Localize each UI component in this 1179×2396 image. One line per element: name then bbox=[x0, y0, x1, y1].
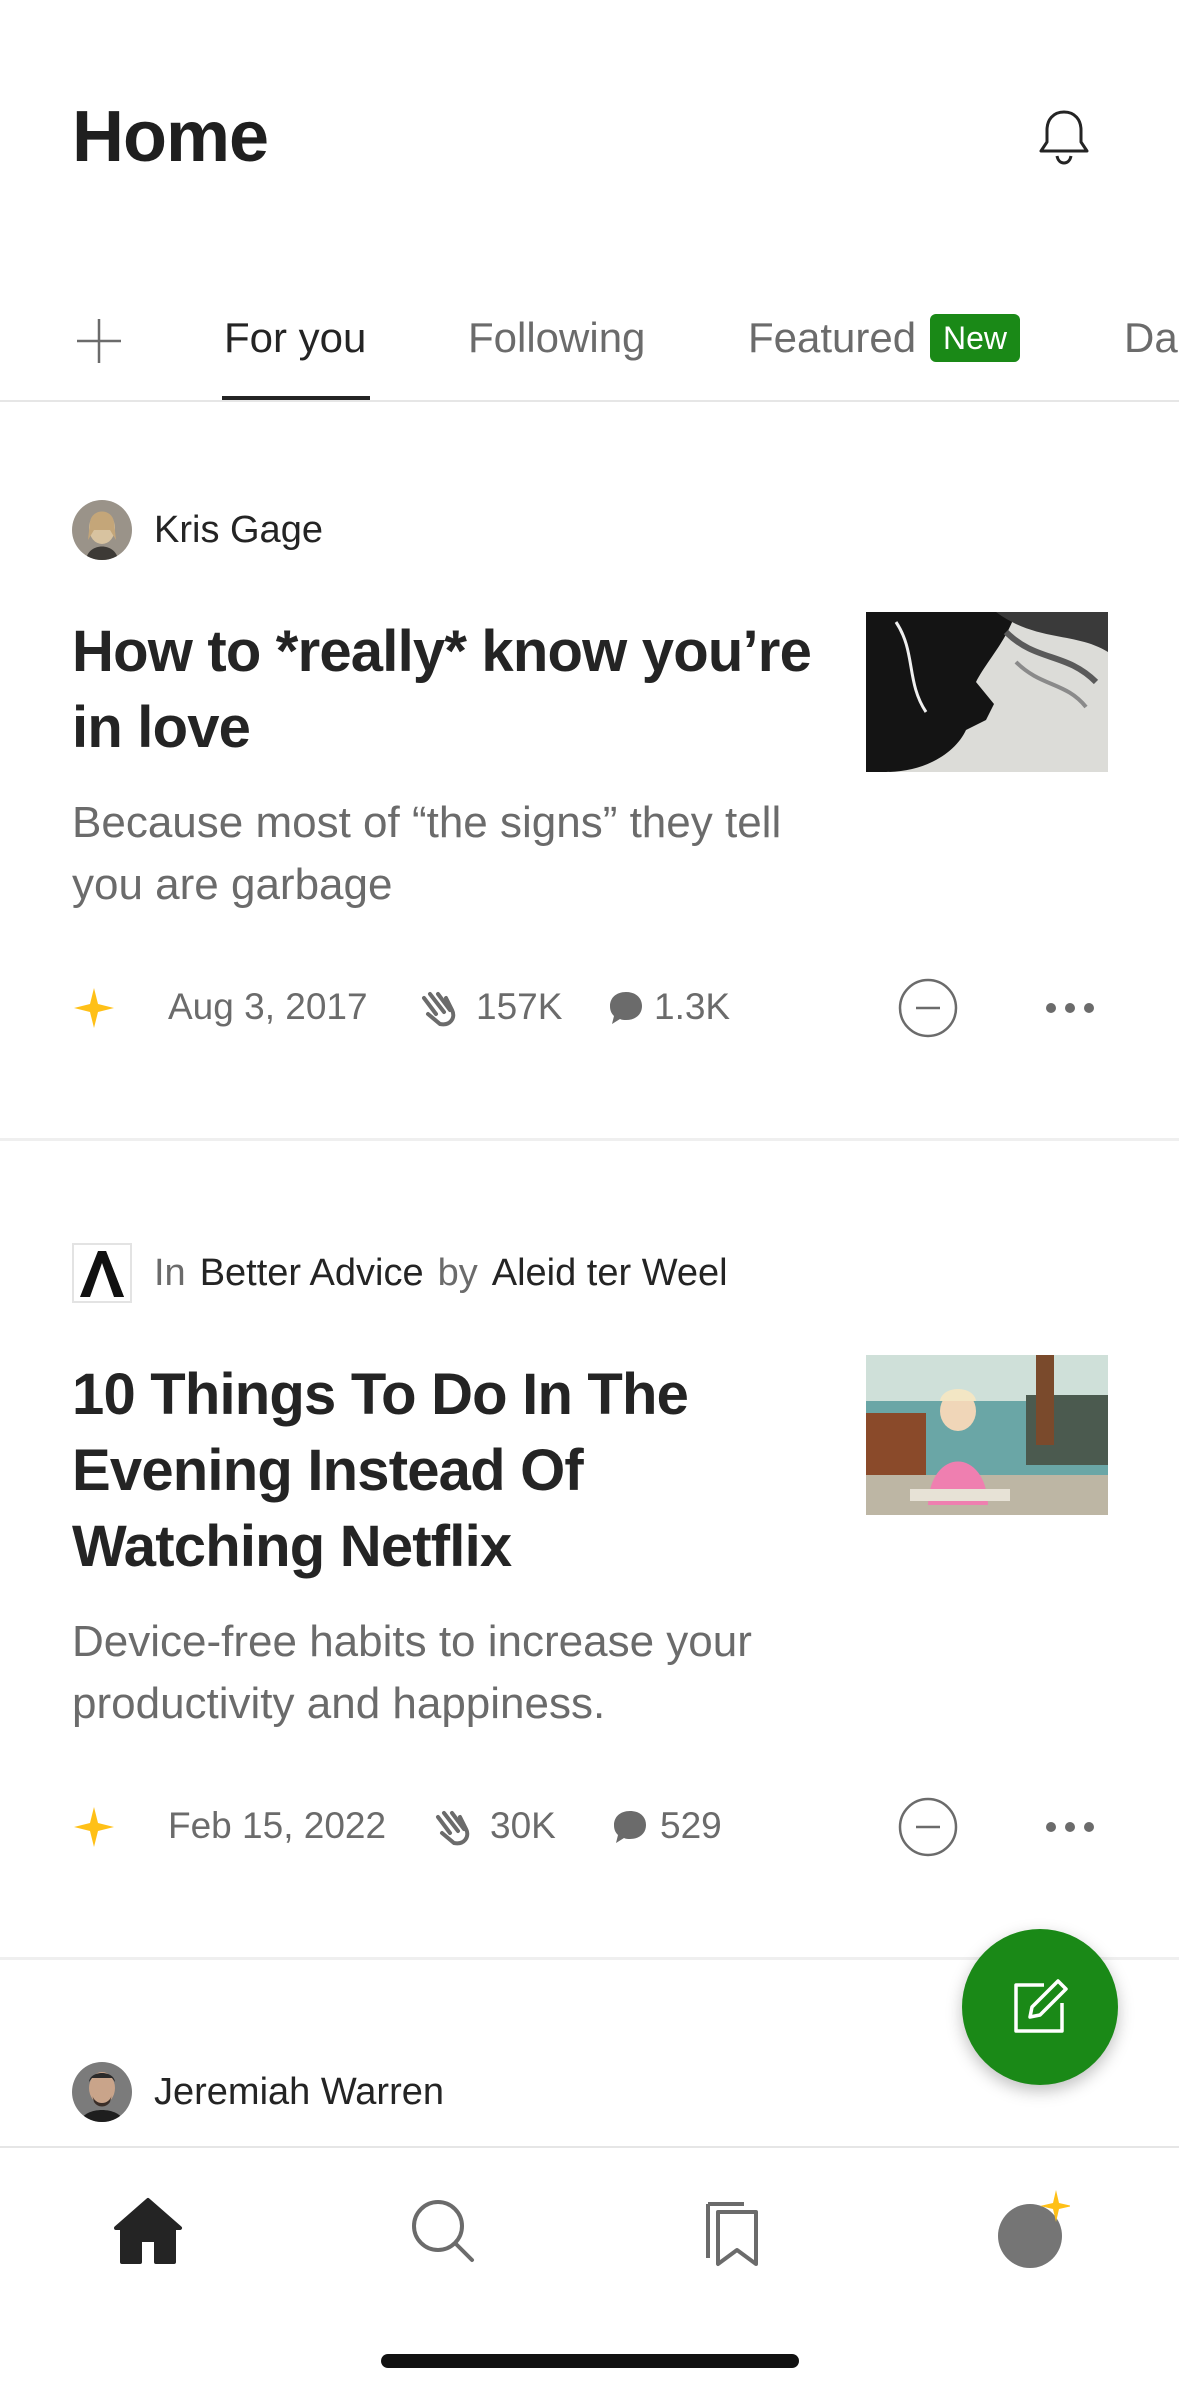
clap-icon[interactable] bbox=[430, 1807, 474, 1847]
article-subtitle: Device-free habits to increase your prod… bbox=[72, 1617, 752, 1728]
publication-name[interactable]: Better Advice bbox=[200, 1252, 424, 1295]
publish-date: Aug 3, 2017 bbox=[168, 986, 368, 1027]
comment-count: 529 bbox=[660, 1805, 722, 1846]
clap-icon[interactable] bbox=[416, 988, 460, 1028]
star-icon bbox=[74, 988, 114, 1028]
article-meta: Feb 15, 2022 30K 529 bbox=[72, 1795, 1112, 1859]
avatar bbox=[72, 2062, 132, 2122]
clap-count: 157K bbox=[476, 986, 563, 1027]
article-divider bbox=[0, 1138, 1179, 1141]
more-icon[interactable] bbox=[1044, 998, 1096, 1018]
avatar bbox=[72, 500, 132, 560]
app-header: Home bbox=[0, 0, 1179, 260]
author-row[interactable]: Jeremiah Warren bbox=[72, 2062, 444, 2122]
write-button[interactable] bbox=[962, 1929, 1118, 2085]
tab-featured[interactable]: Featured bbox=[748, 314, 916, 362]
article-subtitle: Because most of “the signs” they tell yo… bbox=[72, 798, 782, 909]
more-icon[interactable] bbox=[1044, 1817, 1096, 1837]
author-row[interactable]: Kris Gage bbox=[72, 500, 323, 560]
author-name: Jeremiah Warren bbox=[154, 2070, 445, 2113]
search-icon[interactable] bbox=[402, 2190, 482, 2270]
author-name[interactable]: Aleid ter Weel bbox=[492, 1252, 728, 1295]
in-label: In bbox=[154, 1251, 186, 1294]
article-meta: Aug 3, 2017 157K 1.3K bbox=[72, 976, 1112, 1040]
topic-tabs: For you Following Featured New Da bbox=[0, 300, 1179, 402]
circle-minus-icon[interactable] bbox=[896, 1795, 960, 1859]
circle-minus-icon[interactable] bbox=[896, 976, 960, 1040]
active-tab-indicator bbox=[222, 396, 370, 400]
article-title[interactable]: 10 Things To Do In The Evening Instead O… bbox=[72, 1357, 812, 1585]
article-thumbnail[interactable] bbox=[866, 1355, 1108, 1515]
by-label: by bbox=[437, 1251, 478, 1294]
profile-button[interactable] bbox=[990, 2190, 1072, 2270]
tab-following[interactable]: Following bbox=[468, 314, 645, 362]
write-icon bbox=[1014, 1979, 1068, 2033]
star-icon bbox=[74, 1807, 114, 1847]
publication-logo bbox=[72, 1243, 132, 1303]
page-title: Home bbox=[72, 97, 269, 177]
home-indicator bbox=[381, 2354, 799, 2368]
article-title[interactable]: How to *really* know you’re in love bbox=[72, 614, 812, 766]
comment-icon[interactable] bbox=[604, 988, 648, 1028]
profile-icon bbox=[998, 2190, 1072, 2268]
tab-for-you[interactable]: For you bbox=[224, 314, 366, 362]
publish-date: Feb 15, 2022 bbox=[168, 1805, 387, 1846]
clap-count: 30K bbox=[490, 1805, 556, 1846]
author-row[interactable]: In Better Advice by Aleid ter Weel bbox=[72, 1243, 728, 1303]
new-badge: New bbox=[930, 314, 1021, 362]
bookmarks-icon[interactable] bbox=[694, 2190, 774, 2270]
author-name: Kris Gage bbox=[154, 508, 323, 551]
comment-icon[interactable] bbox=[608, 1807, 652, 1847]
home-icon[interactable] bbox=[108, 2190, 188, 2270]
comment-count: 1.3K bbox=[654, 986, 731, 1027]
tab-partial[interactable]: Da bbox=[1124, 314, 1178, 362]
article-thumbnail[interactable] bbox=[866, 612, 1108, 772]
plus-icon[interactable] bbox=[72, 314, 126, 368]
bell-icon[interactable] bbox=[1032, 104, 1096, 168]
